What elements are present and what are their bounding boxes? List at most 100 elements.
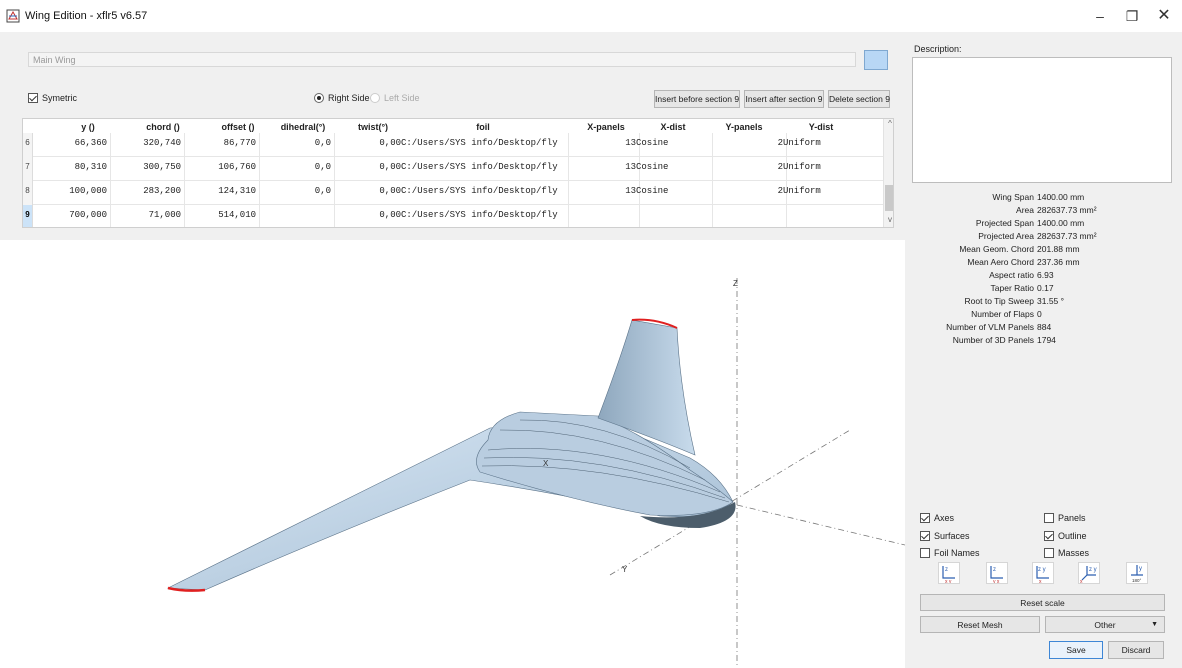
cell-offset[interactable]: 86,770 <box>185 138 256 148</box>
reset-mesh-button[interactable]: Reset Mesh <box>920 616 1040 633</box>
column-header-chord[interactable]: chord () <box>133 122 193 132</box>
row-number[interactable]: 6 <box>23 133 33 157</box>
row-number[interactable]: 9 <box>23 205 33 227</box>
cell-chord[interactable]: 320,740 <box>111 138 181 148</box>
delete-section-button[interactable]: Delete section 9 <box>828 90 890 108</box>
left-side-radio[interactable]: Left Side <box>370 93 420 103</box>
description-textarea[interactable] <box>912 57 1172 183</box>
wing-3d-viewer[interactable]: Z X Y <box>0 240 906 668</box>
axis-label-y: Y <box>622 565 628 574</box>
cell-dihedral[interactable]: 0,0 <box>260 138 331 148</box>
cell-twist[interactable]: 0,00 <box>335 162 401 172</box>
scroll-down-icon[interactable]: v <box>884 215 893 224</box>
column-header-foil[interactable]: foil <box>443 122 523 132</box>
iso-view-button[interactable]: z y x <box>1078 562 1100 585</box>
dropdown-arrow-icon: ▼ <box>1151 621 1158 628</box>
wing-sections-table[interactable]: y () chord () offset () dihedral(°) twis… <box>22 118 894 228</box>
right-side-radio[interactable]: Right Side <box>314 93 370 103</box>
column-header-y[interactable]: y () <box>63 122 113 132</box>
property-row: Projected Span 1400.00 mm <box>975 218 1085 228</box>
cell-x-dist[interactable]: Cosine <box>636 162 706 172</box>
outline-checkbox[interactable] <box>1044 531 1054 541</box>
insert-after-button[interactable]: Insert after section 9 <box>744 90 824 108</box>
cell-chord[interactable]: 300,750 <box>111 162 181 172</box>
column-header-y-panels[interactable]: Y-panels <box>709 122 779 132</box>
insert-before-button[interactable]: Insert before section 9 <box>654 90 740 108</box>
cell-twist[interactable]: 0,00 <box>335 210 401 220</box>
cell-dihedral[interactable]: 0,0 <box>260 162 331 172</box>
flip-view-button[interactable]: y 180° <box>1126 562 1148 584</box>
save-button[interactable]: Save <box>1049 641 1103 659</box>
masses-checkbox[interactable] <box>1044 548 1054 558</box>
property-row: Projected Area 282637.73 mm² <box>978 231 1097 241</box>
cell-dihedral[interactable]: 0,0 <box>260 186 331 196</box>
column-header-y-dist[interactable]: Y-dist <box>791 122 851 132</box>
wing-3d-render[interactable]: Z X Y <box>0 240 906 668</box>
x-view-button[interactable]: z x y <box>938 562 960 585</box>
foil-names-toggle[interactable]: Foil Names <box>920 548 980 558</box>
cell-y[interactable]: 66,360 <box>35 138 107 148</box>
table-row[interactable]: 8 100,000 283,200 124,310 0,0 0,00 C:/Us… <box>23 181 883 205</box>
wing-name-field[interactable]: Main Wing <box>28 52 856 67</box>
cell-y[interactable]: 700,000 <box>35 210 107 220</box>
table-row[interactable]: 6 66,360 320,740 86,770 0,0 0,00 C:/User… <box>23 133 883 157</box>
z-view-button[interactable]: z y x <box>1032 562 1054 585</box>
cell-y[interactable]: 100,000 <box>35 186 107 196</box>
panels-toggle[interactable]: Panels <box>1044 513 1086 523</box>
cell-chord[interactable]: 71,000 <box>111 210 181 220</box>
reset-scale-button[interactable]: Reset scale <box>920 594 1165 611</box>
cell-x-panels[interactable]: 13 <box>569 186 636 196</box>
cell-y-dist[interactable]: Uniform <box>783 162 863 172</box>
axes-checkbox[interactable] <box>920 513 930 523</box>
table-row[interactable]: 7 80,310 300,750 106,760 0,0 0,00 C:/Use… <box>23 157 883 181</box>
cell-foil[interactable]: C:/Users/SYS info/Desktop/fly <box>401 210 567 220</box>
cell-offset[interactable]: 124,310 <box>185 186 256 196</box>
surfaces-checkbox[interactable] <box>920 531 930 541</box>
cell-twist[interactable]: 0,00 <box>335 138 401 148</box>
cell-offset[interactable]: 106,760 <box>185 162 256 172</box>
axis-label-z: Z <box>733 279 738 288</box>
cell-foil[interactable]: C:/Users/SYS info/Desktop/fly <box>401 138 567 148</box>
cell-twist[interactable]: 0,00 <box>335 186 401 196</box>
property-row: Taper Ratio 0.17 <box>990 283 1054 293</box>
column-header-x-dist[interactable]: X-dist <box>643 122 703 132</box>
cell-x-panels[interactable]: 13 <box>569 138 636 148</box>
row-number[interactable]: 7 <box>23 157 33 181</box>
close-button[interactable]: ✕ <box>1144 4 1182 28</box>
foil-names-checkbox[interactable] <box>920 548 930 558</box>
left-side-radio-dot[interactable] <box>370 93 380 103</box>
scroll-up-icon[interactable]: ^ <box>884 119 893 128</box>
column-header-twist[interactable]: twist(°) <box>343 122 403 132</box>
cell-y-dist[interactable]: Uniform <box>783 138 863 148</box>
right-side-radio-dot[interactable] <box>314 93 324 103</box>
column-header-x-panels[interactable]: X-panels <box>571 122 641 132</box>
y-view-button[interactable]: z y x <box>986 562 1008 585</box>
cell-y-panels[interactable]: 2 <box>713 186 783 196</box>
discard-button[interactable]: Discard <box>1108 641 1164 659</box>
cell-x-panels[interactable]: 13 <box>569 162 636 172</box>
cell-y-dist[interactable]: Uniform <box>783 186 863 196</box>
scrollbar-thumb[interactable] <box>885 185 893 211</box>
wing-color-button[interactable] <box>864 50 888 70</box>
cell-y-panels[interactable]: 2 <box>713 162 783 172</box>
cell-foil[interactable]: C:/Users/SYS info/Desktop/fly <box>401 162 567 172</box>
outline-toggle[interactable]: Outline <box>1044 531 1087 541</box>
cell-x-dist[interactable]: Cosine <box>636 138 706 148</box>
cell-foil[interactable]: C:/Users/SYS info/Desktop/fly <box>401 186 567 196</box>
panels-checkbox[interactable] <box>1044 513 1054 523</box>
cell-offset[interactable]: 514,010 <box>185 210 256 220</box>
row-number[interactable]: 8 <box>23 181 33 205</box>
surfaces-toggle[interactable]: Surfaces <box>920 531 970 541</box>
masses-toggle[interactable]: Masses <box>1044 548 1089 558</box>
other-dropdown[interactable]: Other ▼ <box>1045 616 1165 633</box>
table-row-selected[interactable]: 9 700,000 71,000 514,010 0,00 C:/Users/S… <box>23 205 883 227</box>
cell-y-panels[interactable]: 2 <box>713 138 783 148</box>
symetric-checkbox[interactable]: Symetric <box>28 93 77 103</box>
table-scrollbar[interactable]: ^ v <box>883 119 893 227</box>
cell-chord[interactable]: 283,200 <box>111 186 181 196</box>
symetric-check-box[interactable] <box>28 93 38 103</box>
column-header-dihedral[interactable]: dihedral(°) <box>263 122 343 132</box>
axes-toggle[interactable]: Axes <box>920 513 954 523</box>
cell-x-dist[interactable]: Cosine <box>636 186 706 196</box>
cell-y[interactable]: 80,310 <box>35 162 107 172</box>
